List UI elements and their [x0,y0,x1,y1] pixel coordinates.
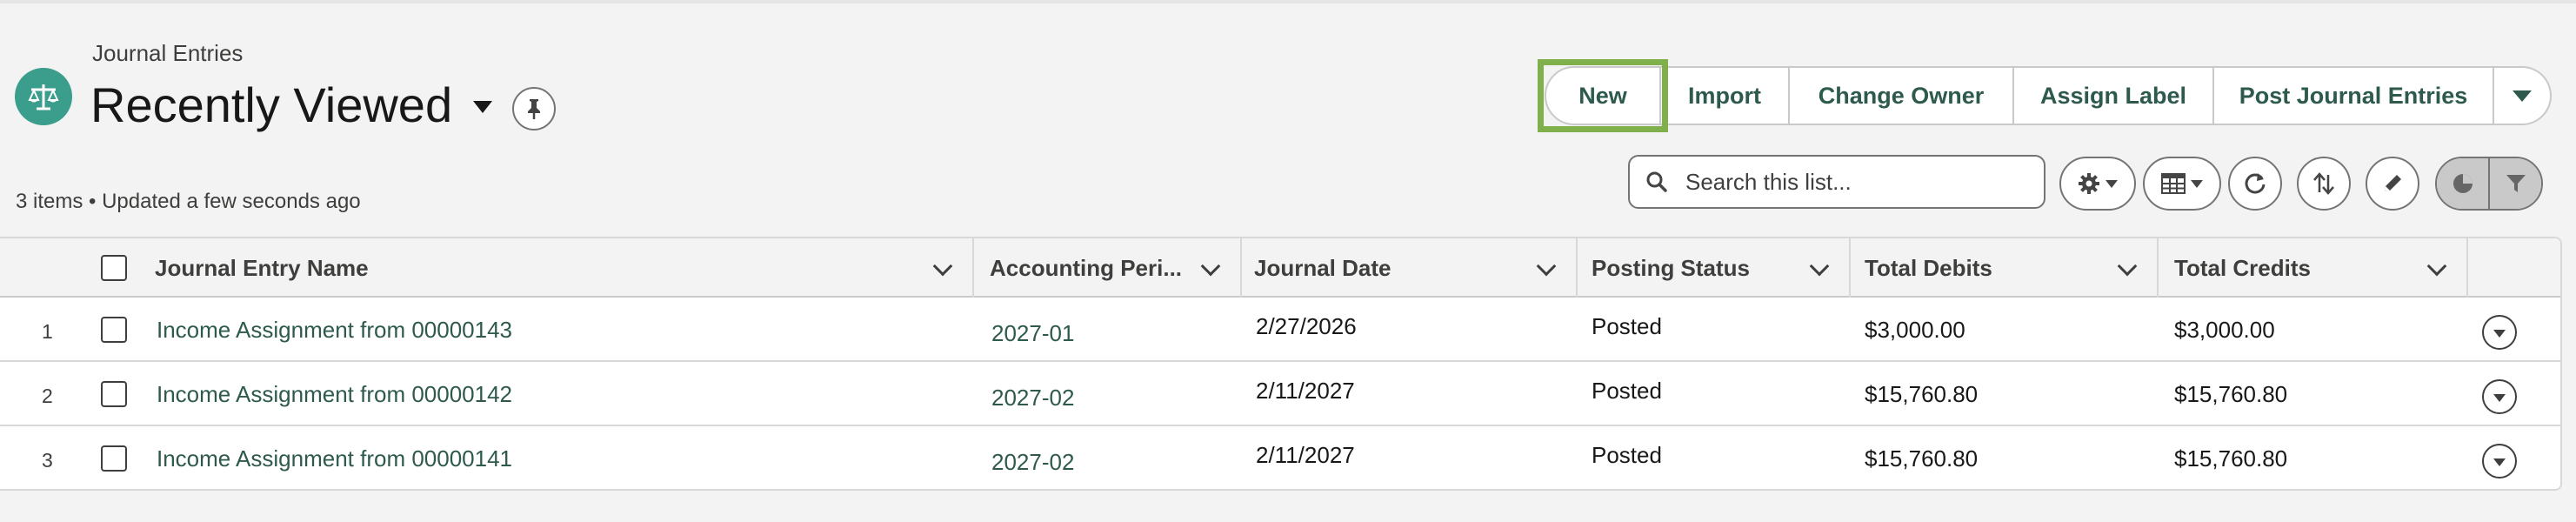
column-divider[interactable] [972,238,974,298]
column-header-journal-entry-name[interactable]: Journal Entry Name [155,238,972,298]
column-label: Accounting Peri... [990,254,1183,281]
pencil-icon [2385,175,2401,191]
list-status: 3 items • Updated a few seconds ago [16,190,361,213]
list-view-selector[interactable]: Recently Viewed [90,77,493,133]
inline-edit-button[interactable] [2366,157,2419,211]
caret-down-icon [2493,330,2506,338]
posting-status: Posted [1592,313,1662,339]
total-credits: $15,760.80 [2174,381,2288,407]
journal-entry-link[interactable]: Income Assignment from 00000143 [157,317,512,344]
table-row: 3 Income Assignment from 00000141 2027-0… [0,426,2560,489]
object-label: Journal Entries [92,40,244,66]
accounting-period-link[interactable]: 2027-01 [991,320,1074,347]
chevron-down-icon[interactable] [1809,256,1830,277]
total-debits: $3,000.00 [1865,317,1965,343]
import-button[interactable]: Import [1661,66,1790,125]
chevron-down-icon[interactable] [932,256,953,277]
action-button-group: New Import Change Owner Assign Label Pos… [1538,59,2552,132]
journal-date: 2/11/2027 [1256,442,1355,468]
row-number: 1 [42,320,53,343]
caret-down-icon [2513,90,2532,102]
total-credits: $15,760.80 [2174,445,2288,472]
filter-icon [2506,175,2526,192]
caret-down-icon [2493,394,2506,402]
table-columns-icon [2161,173,2186,194]
select-all-cell [101,238,127,298]
journal-entry-link[interactable]: Income Assignment from 00000142 [157,381,512,408]
records-table: Journal Entry Name Accounting Peri... Jo… [0,237,2562,491]
row-actions-button[interactable] [2482,315,2517,350]
list-view-name: Recently Viewed [90,77,453,132]
caret-down-icon [2106,179,2118,188]
refresh-icon [2245,173,2266,194]
column-header-posting-status[interactable]: Posting Status [1592,238,1849,298]
display-as-table-button[interactable] [2143,157,2221,211]
column-divider[interactable] [2466,238,2468,298]
top-band [0,0,2576,3]
pin-button[interactable] [512,87,556,130]
column-divider[interactable] [2157,238,2159,298]
total-debits: $15,760.80 [1865,381,1979,407]
row-checkbox[interactable] [101,317,127,343]
column-label: Total Credits [2174,254,2311,281]
table-row: 1 Income Assignment from 00000143 2027-0… [0,298,2560,362]
journal-date: 2/11/2027 [1256,378,1355,404]
gear-icon [2079,173,2099,194]
refresh-button[interactable] [2228,157,2282,211]
journal-date: 2/27/2026 [1256,313,1357,339]
journal-entry-link[interactable]: Income Assignment from 00000141 [157,445,512,472]
select-all-checkbox[interactable] [101,255,127,281]
chart-filter-toggle [2435,157,2543,211]
sort-button[interactable] [2297,157,2351,211]
column-divider[interactable] [1240,238,1242,298]
row-actions-button[interactable] [2482,444,2517,478]
post-journal-entries-button[interactable]: Post Journal Entries [2214,66,2494,125]
column-label: Journal Date [1254,254,1391,281]
column-divider[interactable] [1576,238,1578,298]
caret-down-icon [473,100,493,113]
search-input[interactable]: Search this list... [1628,155,2045,209]
pin-icon [528,99,540,119]
filter-button[interactable] [2488,158,2541,209]
posting-status: Posted [1592,378,1662,404]
row-actions-button[interactable] [2482,379,2517,414]
sort-icon [2313,172,2334,195]
chevron-down-icon[interactable] [2117,256,2138,277]
column-label: Total Debits [1865,254,1992,281]
column-header-total-debits[interactable]: Total Debits [1865,238,2157,298]
search-icon [1646,171,1667,192]
scales-icon [15,68,72,125]
accounting-period-link[interactable]: 2027-02 [991,449,1074,476]
chart-button[interactable] [2437,158,2488,209]
list-settings-button[interactable] [2059,157,2136,211]
total-debits: $15,760.80 [1865,445,1979,472]
column-header-journal-date[interactable]: Journal Date [1254,238,1576,298]
new-button[interactable]: New [1538,59,1668,132]
table-row: 2 Income Assignment from 00000142 2027-0… [0,362,2560,426]
row-checkbox[interactable] [101,445,127,472]
total-credits: $3,000.00 [2174,317,2275,343]
row-number: 3 [42,449,53,472]
change-owner-button[interactable]: Change Owner [1790,66,2014,125]
chart-icon [2453,174,2473,193]
row-number: 2 [42,385,53,407]
search-placeholder: Search this list... [1685,168,1852,195]
column-label: Posting Status [1592,254,1751,281]
chevron-down-icon[interactable] [2426,256,2447,277]
chevron-down-icon[interactable] [1200,256,1221,277]
column-divider[interactable] [1849,238,1851,298]
table-header: Journal Entry Name Accounting Peri... Jo… [0,238,2560,298]
chevron-down-icon[interactable] [1536,256,1557,277]
assign-label-button[interactable]: Assign Label [2014,66,2214,125]
more-actions-button[interactable] [2494,66,2552,125]
posting-status: Posted [1592,442,1662,468]
accounting-period-link[interactable]: 2027-02 [991,385,1074,412]
column-header-total-credits[interactable]: Total Credits [2174,238,2466,298]
column-header-accounting-period[interactable]: Accounting Peri... [990,238,1240,298]
row-checkbox[interactable] [101,381,127,407]
column-label: Journal Entry Name [155,254,369,281]
caret-down-icon [2191,179,2203,188]
caret-down-icon [2493,458,2506,466]
